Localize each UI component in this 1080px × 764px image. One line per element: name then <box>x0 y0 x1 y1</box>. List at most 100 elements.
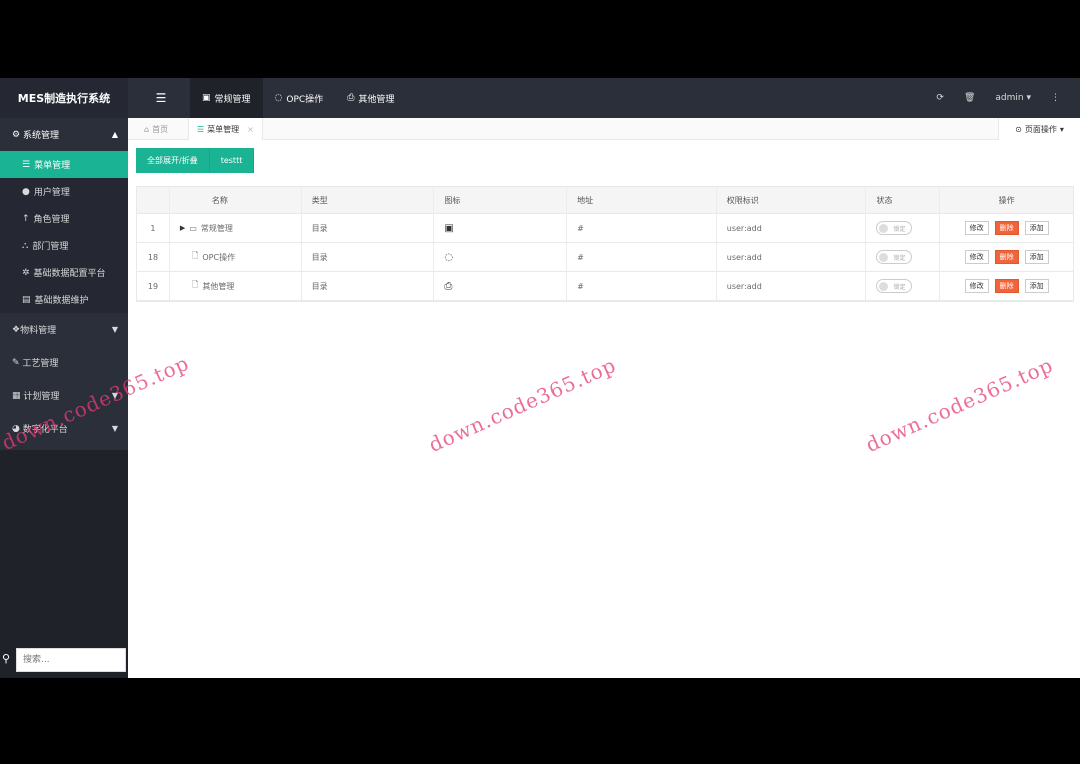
book-icon: ▣ <box>444 222 454 234</box>
col-header-index <box>137 187 170 213</box>
tab-home[interactable]: ⌂ 首页 <box>136 118 176 140</box>
row-icon: ◌ <box>434 243 568 271</box>
sidebar-item-basedata-maint[interactable]: ▤ 基础数据维护 <box>0 286 128 313</box>
topnav-item-opc[interactable]: ◌ OPC操作 <box>263 78 336 118</box>
list-icon: ☰ <box>197 124 205 134</box>
caret-up-icon: ▲ <box>111 130 118 139</box>
sidebar-item-dept[interactable]: ⛬ 部门管理 <box>0 232 128 259</box>
row-icon: ▣ <box>434 214 568 242</box>
top-navbar: MES制造执行系统 ☰ ▣ 常规管理 ◌ OPC操作 ⎙ 其他管理 ⟳ 🗑 ad… <box>0 78 1080 118</box>
delete-button[interactable]: 删除 <box>994 279 1019 293</box>
status-toggle[interactable]: 锁定 <box>876 279 913 293</box>
row-url: # <box>567 214 717 242</box>
close-icon[interactable]: × <box>247 125 254 134</box>
sidebar-toggle-icon[interactable]: ☰ <box>148 90 174 106</box>
toggle-knob <box>879 282 889 291</box>
sidebar-item-users[interactable]: ● 用户管理 <box>0 178 128 205</box>
page-ops-dropdown[interactable]: ⊙ 页面操作 ▾ <box>998 118 1080 140</box>
add-button[interactable]: 添加 <box>1024 279 1049 293</box>
edit-button[interactable]: 修改 <box>964 250 989 264</box>
row-status: 锁定 <box>866 272 941 300</box>
list-icon: ☰ <box>22 159 31 170</box>
row-actions: 修改 删除 添加 <box>940 214 1073 242</box>
gear-icon: ✲ <box>22 267 30 278</box>
table-row: 19 🗋 其他管理 目录 ⎙ # user:add 锁定 修改 删除 添加 <box>137 272 1073 301</box>
row-id: 1 <box>137 214 170 242</box>
row-actions: 修改 删除 添加 <box>940 243 1073 271</box>
more-icon[interactable]: ⋮ <box>1041 93 1070 103</box>
sidebar-group-process[interactable]: ✎ 工艺管理 <box>0 346 128 379</box>
row-url: # <box>567 243 717 271</box>
file-icon: 🗋 <box>191 251 199 260</box>
table-row: 1 ▶ ▭ 常规管理 目录 ▣ # user:add 锁定 修改 删除 添加 <box>137 214 1073 243</box>
print-icon: ⎙ <box>444 280 453 292</box>
topnav-item-regular[interactable]: ▣ 常规管理 <box>190 78 263 118</box>
edit-button[interactable]: 修改 <box>964 221 989 235</box>
row-perm: user:add <box>717 243 867 271</box>
sidebar-item-roles[interactable]: ↑ 角色管理 <box>0 205 128 232</box>
database-icon: ▤ <box>22 294 31 305</box>
col-header-status: 状态 <box>866 187 941 213</box>
row-perm: user:add <box>717 272 867 300</box>
status-toggle[interactable]: 锁定 <box>876 250 913 264</box>
delete-button[interactable]: 删除 <box>994 221 1019 235</box>
row-id: 18 <box>137 243 170 271</box>
user-icon: ● <box>22 186 30 197</box>
home-icon: ⌂ <box>144 124 150 134</box>
row-actions: 修改 删除 添加 <box>940 272 1073 300</box>
expand-arrow-icon[interactable]: ▶ <box>180 224 185 232</box>
sidebar-search-input[interactable] <box>16 648 126 672</box>
table-toolbar: 全部展开/折叠 testtt <box>136 148 255 173</box>
file-icon: 🗋 <box>191 280 199 289</box>
user-menu[interactable]: admin ▾ <box>985 93 1041 103</box>
leaf-icon: ◌ <box>274 93 283 103</box>
caret-down-icon: ▾ <box>1059 124 1064 134</box>
expand-collapse-button[interactable]: 全部展开/折叠 <box>136 148 210 173</box>
edit-button[interactable]: 修改 <box>964 279 989 293</box>
trash-icon[interactable]: 🗑 <box>954 93 985 103</box>
leaf-icon: ◌ <box>444 251 454 263</box>
sidebar-item-menu[interactable]: ☰ 菜单管理 <box>0 151 128 178</box>
row-name: 🗋 OPC操作 <box>170 243 302 271</box>
toggle-knob <box>879 253 889 262</box>
row-type: 目录 <box>302 243 435 271</box>
cubes-icon: ❖ <box>12 324 21 335</box>
page-tabs: ⌂ 首页 ☰ 菜单管理 × ⊙ 页面操作 ▾ <box>128 118 1080 140</box>
row-perm: user:add <box>717 214 867 242</box>
row-type: 目录 <box>302 214 435 242</box>
app-brand: MES制造执行系统 <box>0 78 128 118</box>
test-button[interactable]: testtt <box>209 148 255 173</box>
watermark-right: down.code365.top <box>862 352 1057 457</box>
calendar-icon: ▦ <box>12 390 21 401</box>
row-type: 目录 <box>302 272 435 300</box>
refresh-icon[interactable]: ⟳ <box>926 93 954 103</box>
table-header: 名称 类型 图标 地址 权限标识 状态 操作 <box>137 187 1073 214</box>
row-status: 锁定 <box>866 243 941 271</box>
col-header-actions: 操作 <box>998 195 1015 205</box>
wrench-icon: ✎ <box>12 357 20 368</box>
caret-down-icon: ▼ <box>111 424 118 433</box>
col-header-icon: 图标 <box>434 187 568 213</box>
folder-icon: ▭ <box>189 223 197 233</box>
delete-button[interactable]: 删除 <box>994 250 1019 264</box>
topnav-item-other[interactable]: ⎙ 其他管理 <box>335 78 406 118</box>
row-id: 19 <box>137 272 170 300</box>
add-button[interactable]: 添加 <box>1024 221 1049 235</box>
row-status: 锁定 <box>866 214 941 242</box>
row-url: # <box>567 272 717 300</box>
print-icon: ⎙ <box>347 93 355 103</box>
table-row: 18 🗋 OPC操作 目录 ◌ # user:add 锁定 修改 删除 添加 <box>137 243 1073 272</box>
top-right-tools: ⟳ 🗑 admin ▾ ⋮ <box>926 78 1070 118</box>
sidebar-item-basedata-config[interactable]: ✲ 基础数据配置平台 <box>0 259 128 286</box>
col-header-perm: 权限标识 <box>717 187 867 213</box>
status-toggle[interactable]: 锁定 <box>876 221 913 235</box>
row-name: ▶ ▭ 常规管理 <box>170 214 302 242</box>
tab-menu-management[interactable]: ☰ 菜单管理 × <box>188 118 263 140</box>
toggle-knob <box>879 224 889 233</box>
sitemap-icon: ⛬ <box>22 240 29 251</box>
add-button[interactable]: 添加 <box>1024 250 1049 264</box>
col-header-name: 名称 <box>170 187 302 213</box>
sidebar-group-material[interactable]: ❖ 物料管理 ▼ <box>0 313 128 346</box>
caret-down-icon: ▼ <box>111 325 118 334</box>
sidebar-group-system[interactable]: ⚙ 系统管理 ▲ <box>0 118 128 151</box>
